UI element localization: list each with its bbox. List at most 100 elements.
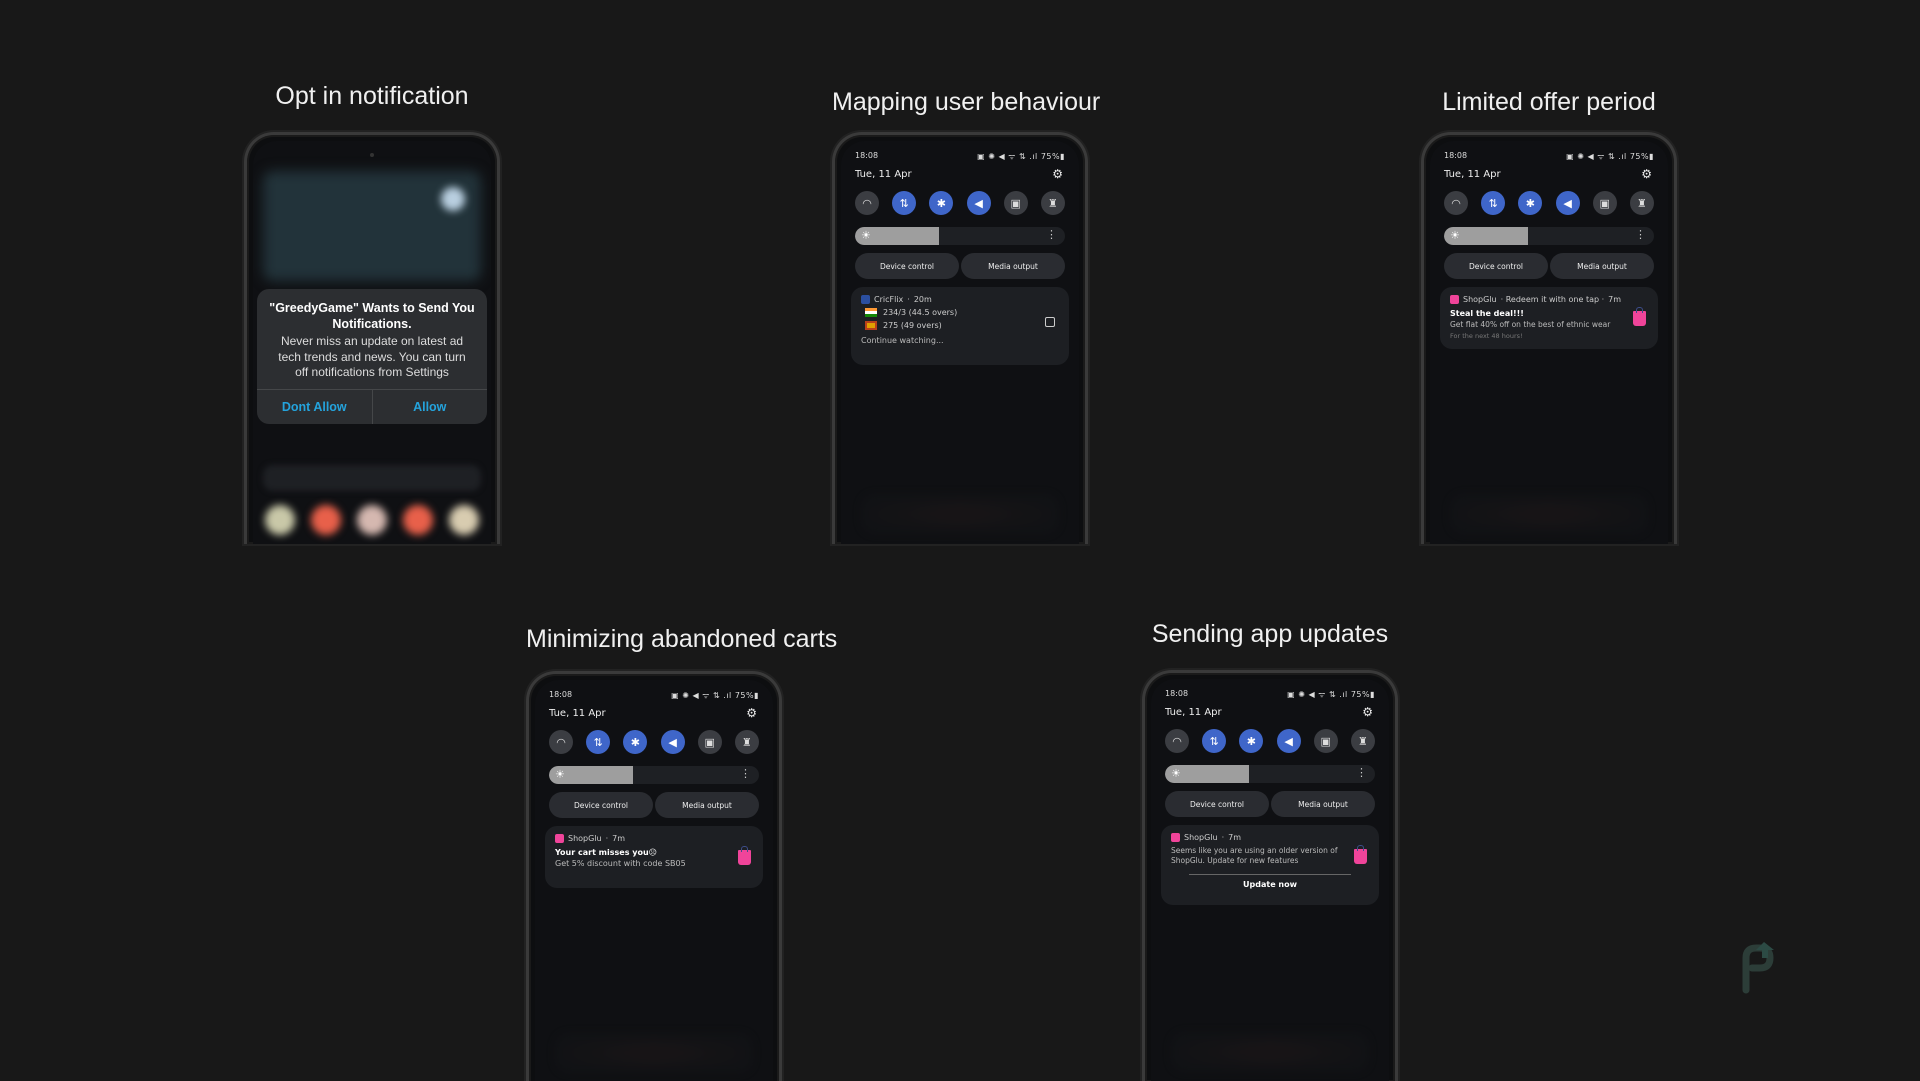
wifi-icon[interactable]: ◠ [855,191,879,215]
date-label: Tue, 11 Apr [549,708,606,719]
more-options-icon[interactable]: ⋮ [1356,766,1367,779]
notification-subtext: For the next 48 hours! [1450,331,1523,340]
app-icon [357,505,387,535]
wifi-icon[interactable]: ◠ [549,730,573,754]
app-icon [403,505,433,535]
media-output-button[interactable]: Media output [1271,791,1375,817]
sri-lanka-flag-icon [865,321,877,330]
cricflix-app-icon [861,295,870,304]
flashlight-icon[interactable]: ♜ [1629,191,1654,215]
mute-icon[interactable]: ◀ [966,191,991,215]
phone-screen: 18:08 ▣ ✺ ◀ ᯤ ⇅ .ıl 75%▮ Tue, 11 Apr ⚙ ◠… [1430,141,1668,544]
score-row: 275 (49 overs) [861,321,1059,330]
device-control-button[interactable]: Device control [549,792,653,818]
status-time: 18:08 [855,151,879,160]
gear-icon[interactable]: ⚙ [1641,167,1652,181]
camera-icon [370,153,374,157]
shopglu-app-icon [555,834,564,843]
shopping-bag-icon [1633,307,1646,326]
more-options-icon[interactable]: ⋮ [1046,228,1057,241]
media-output-button[interactable]: Media output [961,253,1065,279]
mobile-data-icon[interactable]: ⇅ [1202,729,1227,753]
more-options-icon[interactable]: ⋮ [740,767,751,780]
blurred-dock [861,494,1059,534]
more-options-icon[interactable]: ⋮ [1635,228,1646,241]
media-output-button[interactable]: Media output [655,792,759,818]
mute-icon[interactable]: ◀ [1276,729,1301,753]
notification-age: 7m [612,834,626,843]
device-control-button[interactable]: Device control [855,253,959,279]
notification-cricflix[interactable]: CricFlix · 20m 234/3 (44.5 overs) 275 (4… [851,287,1069,365]
brand-logo-icon [1742,942,1774,994]
notification-age: 7m [1608,295,1622,304]
battery-level: 75%▮ [734,691,759,700]
quick-buttons: Device control Media output [549,792,759,818]
blurred-dock [555,1033,753,1073]
gear-icon[interactable]: ⚙ [1362,705,1373,719]
sun-icon: ☀ [555,768,565,781]
card-title: Sending app updates [1151,620,1389,648]
permission-dialog: "GreedyGame" Wants to Send You Notificat… [257,289,488,425]
shopping-bag-icon [738,846,751,865]
flashlight-icon[interactable]: ♜ [1350,729,1375,753]
status-icons: ▣ ✺ ◀ ᯤ ⇅ .ıl 75%▮ [671,691,759,700]
bluetooth-icon[interactable]: ✱ [623,730,648,754]
brightness-slider[interactable]: ☀ ⋮ [1165,765,1375,783]
sun-icon: ☀ [1171,767,1181,780]
card-title: Limited offer period [1442,88,1656,116]
blurred-app-icons [265,505,479,535]
dialog-title: "GreedyGame" Wants to Send You Notificat… [269,301,475,331]
media-output-button[interactable]: Media output [1550,253,1654,279]
update-now-button[interactable]: Update now [1171,880,1369,889]
bluetooth-icon[interactable]: ✱ [1518,191,1543,215]
mobile-data-icon[interactable]: ⇅ [892,191,917,215]
wifi-icon[interactable]: ◠ [1444,191,1468,215]
flashlight-icon[interactable]: ♜ [1040,191,1065,215]
bluetooth-icon[interactable]: ✱ [1239,729,1264,753]
gear-icon[interactable]: ⚙ [746,706,757,720]
device-control-button[interactable]: Device control [1165,791,1269,817]
blurred-dock [1171,1032,1369,1072]
mute-icon[interactable]: ◀ [660,730,685,754]
battery-level: 75%▮ [1350,690,1375,699]
device-control-button[interactable]: Device control [1444,253,1548,279]
date-label: Tue, 11 Apr [855,169,912,180]
mute-icon[interactable]: ◀ [1555,191,1580,215]
wifi-icon[interactable]: ◠ [1165,729,1189,753]
phone-screen: 18:08 ▣ ✺ ◀ ᯤ ⇅ .ıl 75%▮ Tue, 11 Apr ⚙ ◠… [841,141,1079,544]
status-time: 18:08 [1444,151,1468,160]
brightness-slider[interactable]: ☀ ⋮ [1444,227,1654,245]
card-title: Mapping user behaviour [832,88,1101,116]
screen-lock-icon[interactable]: ▣ [1313,729,1338,753]
allow-button[interactable]: Allow [371,390,488,425]
notification-shopglu-offer[interactable]: ShopGlu · Redeem it with one tap · 7m St… [1440,287,1658,349]
screen-lock-icon[interactable]: ▣ [697,730,722,754]
brightness-slider[interactable]: ☀ ⋮ [549,766,759,784]
shopglu-app-icon [1450,295,1459,304]
dont-allow-button[interactable]: Dont Allow [257,390,372,424]
divider [1189,873,1351,875]
notification-shopglu-cart[interactable]: ShopGlu · 7m Your cart misses you☹ Get 5… [545,826,763,888]
gear-icon[interactable]: ⚙ [1052,167,1063,181]
battery-level: 75%▮ [1040,152,1065,161]
open-external-icon[interactable] [1045,317,1055,327]
phone-mockup: 18:08 ▣ ✺ ◀ ᯤ ⇅ .ıl 75%▮ Tue, 11 Apr ⚙ ◠… [832,132,1088,544]
battery-level: 75%▮ [1629,152,1654,161]
flashlight-icon[interactable]: ♜ [734,730,759,754]
dialog-body: Never miss an update on latest ad tech t… [278,334,466,380]
bluetooth-icon[interactable]: ✱ [929,191,954,215]
mobile-data-icon[interactable]: ⇅ [586,730,611,754]
screen-lock-icon[interactable]: ▣ [1592,191,1617,215]
quick-toggles: ◠ ⇅ ✱ ◀ ▣ ♜ [549,730,759,754]
notification-shopglu-update[interactable]: ShopGlu · 7m Seems like you are using an… [1161,825,1379,905]
mobile-data-icon[interactable]: ⇅ [1481,191,1506,215]
quick-buttons: Device control Media output [1444,253,1654,279]
screen-lock-icon[interactable]: ▣ [1003,191,1028,215]
brightness-slider[interactable]: ☀ ⋮ [855,227,1065,245]
date-label: Tue, 11 Apr [1444,169,1501,180]
phone-screen: 18:08 ▣ ✺ ◀ ᯤ ⇅ .ıl 75%▮ Tue, 11 Apr ⚙ ◠… [1151,679,1389,1081]
app-icon [449,505,479,535]
notification-header: ShopGlu · Redeem it with one tap · 7m [1450,295,1648,304]
notification-age: 7m [1228,833,1242,842]
dialog-buttons: Dont Allow Allow [257,389,488,425]
